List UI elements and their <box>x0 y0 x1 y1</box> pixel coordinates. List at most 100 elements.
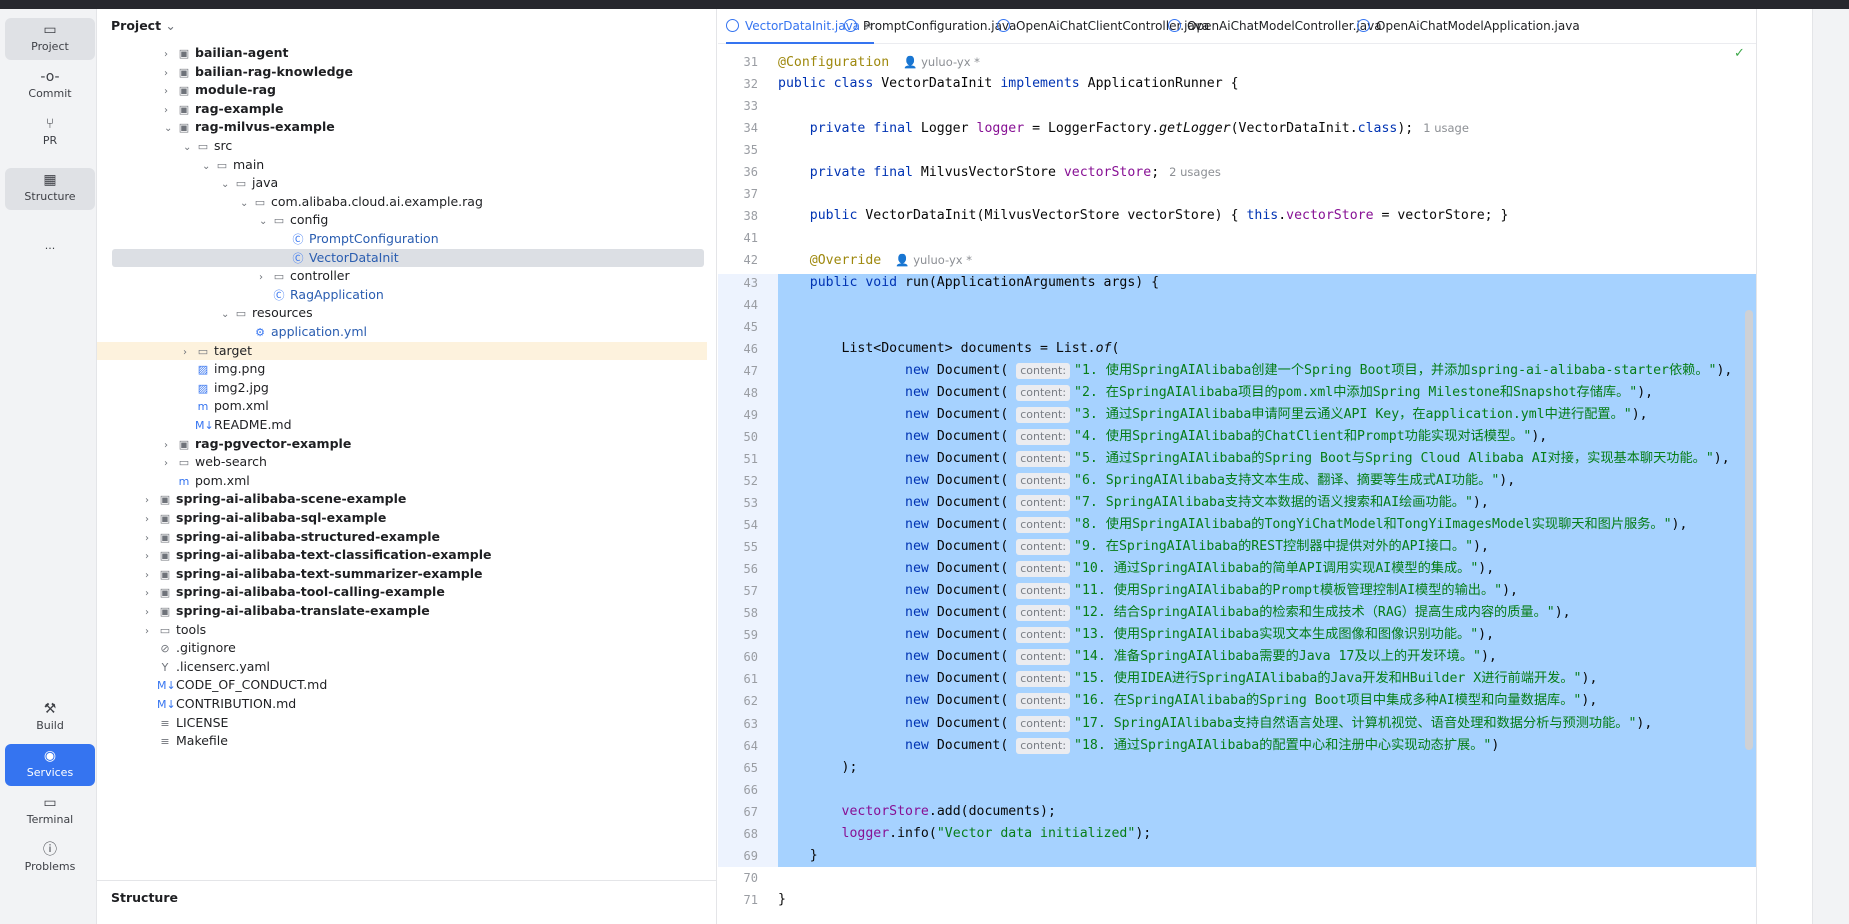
tree-item-label: pom.xml <box>214 398 269 414</box>
code-line[interactable]: new Document( content: "6. SpringAIAlibab… <box>778 470 1515 492</box>
code-line[interactable]: } <box>778 889 786 911</box>
inspection-ok-icon[interactable]: ✓ <box>1734 46 1745 61</box>
tree-item[interactable]: ⌄ ▭ main <box>97 156 707 175</box>
code-line[interactable]: new Document( content: "3. 通过SpringAIAlib… <box>778 404 1648 426</box>
line-number: 61 <box>743 672 758 687</box>
folder-icon: ▭ <box>235 307 247 321</box>
tool-project-button[interactable]: ▭ Project <box>5 18 95 60</box>
tree-item[interactable]: Ⓒ RagApplication <box>97 286 707 305</box>
code-line[interactable]: public void run(ApplicationArguments arg… <box>778 272 1159 294</box>
code-line[interactable]: new Document( content: "12. 结合SpringAIAli… <box>778 602 1571 624</box>
tree-item[interactable]: › ▣ spring-ai-alibaba-text-classification-… <box>97 546 707 565</box>
tree-item[interactable]: ⌄ ▭ com.alibaba.cloud.ai.example.rag <box>97 193 707 212</box>
structure-panel-title[interactable]: Structure <box>111 890 178 905</box>
tree-item[interactable]: Y .licenserc.yaml <box>97 658 707 677</box>
tree-item[interactable]: ⌄ ▭ src <box>97 137 707 156</box>
code-line[interactable]: new Document( content: "18. 通过SpringAIAli… <box>778 735 1499 757</box>
code-line[interactable]: public class VectorDataInit implements A… <box>778 73 1239 95</box>
tree-item[interactable]: › ▭ web-search <box>97 453 707 472</box>
code-line[interactable]: new Document( content: "5. 通过SpringAIAlib… <box>778 448 1730 470</box>
code-line[interactable]: new Document( content: "11. 使用SpringAIAli… <box>778 580 1518 602</box>
md-icon: M↓ <box>157 698 176 711</box>
code-line[interactable]: new Document( content: "8. 使用SpringAIAlib… <box>778 514 1687 536</box>
tree-item[interactable]: ▨ img2.jpg <box>97 379 707 398</box>
code-line[interactable]: List<Document> documents = List.of( <box>778 338 1120 360</box>
code-line[interactable]: new Document( content: "16. 在SpringAIAlib… <box>778 690 1597 712</box>
tool-structure-button[interactable]: ▦ Structure <box>5 168 95 210</box>
tree-item[interactable]: ≡ Makefile <box>97 732 707 751</box>
editor-scrollbar[interactable] <box>1745 310 1753 750</box>
tree-item[interactable]: › ▣ spring-ai-alibaba-scene-example <box>97 490 707 509</box>
tree-item[interactable]: ⌄ ▭ java <box>97 174 707 193</box>
tree-item[interactable]: m pom.xml <box>97 472 707 491</box>
code-line[interactable]: new Document( content: "1. 使用SpringAIAlib… <box>778 360 1732 382</box>
line-number: 32 <box>743 77 758 92</box>
tree-item[interactable]: ▨ img.png <box>97 360 707 379</box>
tool-problems-button[interactable]: ⓘ Problems <box>5 838 95 880</box>
tree-item[interactable]: M↓README.md <box>97 416 707 435</box>
tree-item[interactable]: › ▣ spring-ai-alibaba-sql-example <box>97 509 707 528</box>
code-line[interactable]: new Document( content: "10. 通过SpringAIAli… <box>778 558 1494 580</box>
tree-item[interactable]: ⌄ ▣ rag-milvus-example <box>97 118 707 137</box>
tree-item-label: web-search <box>195 454 267 470</box>
terminal-icon: ▭ <box>43 795 57 811</box>
code-line[interactable]: private final MilvusVectorStore vectorSt… <box>778 161 1221 183</box>
code-line[interactable]: } <box>778 845 818 867</box>
folder-icon: ▭ <box>235 177 247 191</box>
code-line[interactable]: new Document( content: "13. 使用SpringAIAli… <box>778 624 1494 646</box>
tool-more-button[interactable]: ... <box>5 217 95 259</box>
tree-item[interactable]: › ▭ target <box>97 341 707 361</box>
tree-item[interactable]: › ▣ rag-example <box>97 100 707 119</box>
tree-item[interactable]: › ▣ spring-ai-alibaba-structured-example <box>97 528 707 547</box>
tool-commit-button[interactable]: -o- Commit <box>5 65 95 107</box>
tool-build-button[interactable]: ⚒ Build <box>5 697 95 739</box>
code-line[interactable]: new Document( content: "9. 在SpringAIAliba… <box>778 536 1489 558</box>
code-line[interactable]: ); <box>778 757 858 779</box>
code-line[interactable]: vectorStore.add(documents); <box>778 801 1056 823</box>
tree-item[interactable]: › ▣ spring-ai-alibaba-tool-calling-example <box>97 583 707 602</box>
tree-item[interactable]: › ▣ bailian-rag-knowledge <box>97 63 707 82</box>
module-icon: ▣ <box>159 567 171 581</box>
tree-item[interactable]: ⌄ ▭ resources <box>97 304 707 323</box>
tool-services-button[interactable]: ◉ Services <box>5 744 95 786</box>
tree-item[interactable]: ≡ LICENSE <box>97 714 707 733</box>
tree-item[interactable]: › ▣ spring-ai-alibaba-text-summarizer-exam… <box>97 565 707 584</box>
line-number: 51 <box>743 451 758 466</box>
tree-item[interactable]: Ⓒ PromptConfiguration <box>97 230 707 249</box>
code-line[interactable]: new Document( content: "4. 使用SpringAIAlib… <box>778 426 1547 448</box>
tab-label: VectorDataInit.java <box>745 19 861 33</box>
tree-item[interactable]: › ▭ controller <box>97 267 707 286</box>
tool-terminal-button[interactable]: ▭ Terminal <box>5 791 95 833</box>
code-line[interactable]: logger.info("Vector data initialized"); <box>778 823 1152 845</box>
code-line[interactable]: new Document( content: "7. SpringAIAlibab… <box>778 492 1489 514</box>
code-line[interactable]: @Configuration 👤 yuluo-yx * <box>778 51 980 73</box>
tree-item[interactable]: m pom.xml <box>97 397 707 416</box>
tree-item[interactable]: › ▭ tools <box>97 621 707 640</box>
code-line[interactable]: new Document( content: "17. SpringAIAliba… <box>778 713 1652 735</box>
tree-item[interactable]: ⊘ .gitignore <box>97 639 707 658</box>
code-line[interactable]: new Document( content: "15. 使用IDEA进行Sprin… <box>778 668 1597 690</box>
tree-item[interactable]: M↓CONTRIBUTION.md <box>97 695 707 714</box>
tree-item[interactable]: › ▣ rag-pgvector-example <box>97 435 707 454</box>
line-number: 43 <box>743 275 758 290</box>
line-number: 44 <box>743 297 758 312</box>
project-panel-title[interactable]: Project ⌄ <box>111 18 176 33</box>
editor-tab[interactable]: OpenAiChatModelController.java <box>1168 9 1382 44</box>
code-line[interactable]: private final Logger logger = LoggerFact… <box>778 117 1469 139</box>
code-line[interactable]: @Override 👤 yuluo-yx * <box>778 249 972 271</box>
tree-item[interactable]: Ⓒ VectorDataInit <box>112 248 704 268</box>
tree-item[interactable]: › ▣ module-rag <box>97 81 707 100</box>
tree-item[interactable]: ⚙ application.yml <box>97 323 707 342</box>
code-line[interactable]: public VectorDataInit(MilvusVectorStore … <box>778 205 1509 227</box>
code-line[interactable]: new Document( content: "14. 准备SpringAIAli… <box>778 646 1497 668</box>
tool-pr-button[interactable]: ⑂ PR <box>5 112 95 154</box>
line-number: 41 <box>743 231 758 246</box>
tree-item[interactable]: › ▣ spring-ai-alibaba-translate-example <box>97 602 707 621</box>
editor-tab[interactable]: OpenAiChatModelApplication.java <box>1357 9 1580 44</box>
editor-tab[interactable]: PromptConfiguration.java <box>844 9 1016 44</box>
tree-item[interactable]: ⌄ ▭ config <box>97 211 707 230</box>
tree-item[interactable]: › ▣ bailian-agent <box>97 44 707 63</box>
tree-item[interactable]: M↓CODE_OF_CONDUCT.md <box>97 676 707 695</box>
code-line[interactable]: new Document( content: "2. 在SpringAIAliba… <box>778 382 1653 404</box>
tree-item-label: CODE_OF_CONDUCT.md <box>176 677 328 693</box>
